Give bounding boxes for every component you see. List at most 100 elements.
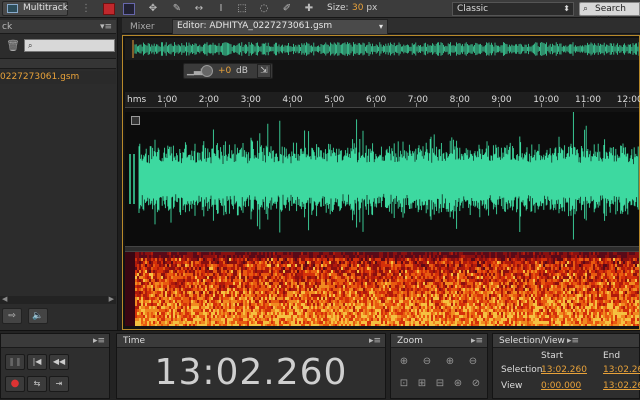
spectral-cell [449,297,451,300]
spectral-cell [515,282,517,285]
spectral-cell [395,297,397,300]
spectral-cell [251,267,253,270]
spectral-cell [305,297,307,300]
search-help-field[interactable]: ⌕ Search Help [579,2,640,26]
spectral-cell [185,252,187,255]
spectral-cell [239,312,241,315]
trash-icon[interactable]: 🗑 [6,39,20,52]
files-panel-tab[interactable]: ck ▾≡ [0,20,116,34]
slip-tool-icon[interactable]: ↔ [193,3,205,15]
spectral-cell [313,276,315,279]
spectral-cell [179,288,181,291]
spectral-cell [245,306,247,309]
lasso-tool-icon[interactable]: ◌ [258,3,270,15]
spectral-cell [375,252,377,255]
spectral-cell [343,312,345,315]
spectral-cell [379,303,381,306]
multitrack-button[interactable]: Multitrack [2,1,68,16]
spectral-cell [239,324,241,326]
spectral-cell [337,252,339,255]
spectral-cell [205,321,207,324]
spectral-cell [281,267,283,270]
brush-size-value[interactable]: 30 px [352,3,377,13]
spectral-cell [379,300,381,303]
spectral-cell [183,264,185,267]
spectral-cell [261,270,263,273]
spectral-cell [157,285,159,288]
hud-volume-value[interactable]: +0 [218,66,231,76]
spectral-cell [263,258,265,261]
spectral-pitch-icon[interactable] [123,3,135,15]
spectral-cell [233,255,235,258]
spectral-cell [493,294,495,297]
panel-menu-icon[interactable]: ▾≡ [100,20,112,34]
workspace-select[interactable]: Classic ⬍ [452,2,574,16]
volume-knob[interactable] [201,65,213,77]
waveform-display[interactable] [125,111,639,246]
razor-tool-icon[interactable]: ✎ [171,3,183,15]
files-horizontal-scrollbar[interactable]: ◀ ▶ [0,295,116,304]
spectral-cell [155,261,157,264]
spectral-cell [141,252,143,255]
spectral-cell [253,255,255,258]
spectral-cell [387,261,389,264]
spectral-cell [487,294,489,297]
insert-into-multitrack-button[interactable]: ⇨ [2,308,22,324]
timeline-ruler[interactable]: hms 1:00 2:00 3:00 4:00 5:00 6:00 7:00 8:00 9:00… [125,92,640,108]
spectral-cell [519,255,521,258]
tab-mixer[interactable]: Mixer [124,20,168,34]
spectral-cell [169,324,171,326]
spot-healing-tool-icon[interactable]: ✚ [303,3,315,15]
spectral-cell [435,273,437,276]
spectral-cell [363,279,365,282]
spectral-cell [257,267,259,270]
autoplay-button[interactable]: 🔈 [28,308,48,324]
spectral-cell [311,288,313,291]
spectral-cell [177,312,179,315]
time-selection-tool-icon[interactable]: I [215,3,227,15]
spectral-frequency-display[interactable] [125,252,639,326]
spectral-cell [517,267,519,270]
file-list-item[interactable]: 0227273061.gsm [0,71,116,84]
spectral-cell [343,285,345,288]
spectral-cell [243,312,245,315]
spectral-cell [507,252,509,255]
move-tool-icon[interactable]: ✥ [147,3,159,15]
spectral-cell [179,306,181,309]
spectral-cell [183,252,185,255]
scroll-left-icon[interactable]: ◀ [2,295,7,303]
spectral-cell [501,279,503,282]
spectral-cell [285,276,287,279]
spectral-cell [399,288,401,291]
spectral-cell [387,273,389,276]
spectral-cell [415,321,417,324]
spectral-cell [147,261,149,264]
pin-hud-icon[interactable]: ⇲ [257,64,271,78]
channel-toggle-icon[interactable] [131,116,140,125]
spectral-cell [317,267,319,270]
spectral-cell [265,264,267,267]
spectral-cell [203,279,205,282]
spectral-cell [293,258,295,261]
spectral-cell [473,291,475,294]
tab-editor[interactable]: Editor: ADHITYA_0227273061.gsm ▾ [172,19,388,34]
marquee-tool-icon[interactable]: ⬚ [236,3,248,15]
spectral-cell [143,255,145,258]
spectral-cell [313,300,315,303]
spectral-cell [165,300,167,303]
spectral-cell [281,306,283,309]
files-search-input[interactable]: ⌕ [24,39,115,52]
spectral-cell [139,285,141,288]
spectral-cell [181,321,183,324]
scroll-right-icon[interactable]: ▶ [109,295,114,303]
spectral-cell [175,261,177,264]
spectral-cell [291,288,293,291]
overview-bar[interactable] [125,38,639,60]
brush-tool-icon[interactable]: ✐ [281,3,293,15]
spectral-cell [323,276,325,279]
spectral-cell [185,309,187,312]
spectral-display-icon[interactable] [103,3,115,15]
chevron-down-icon[interactable]: ▾ [379,20,383,33]
spectral-cell [193,282,195,285]
spectral-cell [141,258,143,261]
